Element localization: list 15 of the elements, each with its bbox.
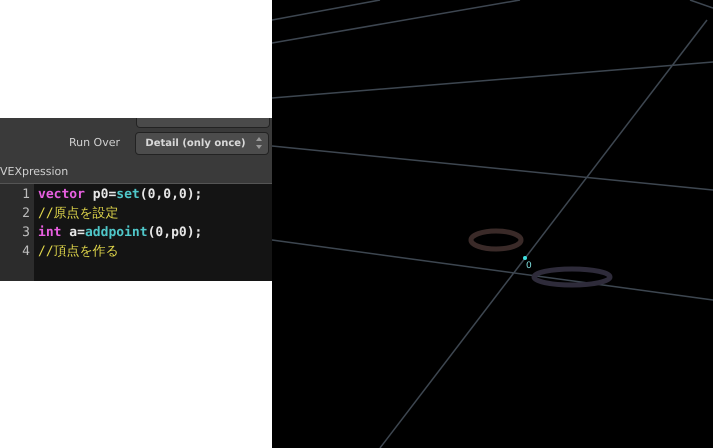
updown-arrows-icon bbox=[255, 136, 263, 150]
field-label: Run Over bbox=[68, 134, 120, 151]
line-number: 2 bbox=[22, 205, 30, 223]
line-number: 4 bbox=[22, 243, 30, 261]
code-line: //頂点を作る bbox=[38, 243, 120, 261]
line-number: 1 bbox=[22, 186, 30, 204]
section-label: VEXpression bbox=[0, 164, 70, 180]
dropdown[interactable] bbox=[136, 118, 270, 128]
line-number: 3 bbox=[22, 224, 30, 242]
code-line: int a=addpoint(0,p0); bbox=[38, 224, 202, 242]
code-editor[interactable]: 1 2 3 4 vector p0=set(0,0,0); //原点を設定 int a=addpoint(0,p0); //頂点を作る bbox=[0, 183, 272, 281]
point-number-label: 0 bbox=[526, 261, 532, 271]
code-line: vector p0=set(0,0,0); bbox=[38, 186, 202, 204]
dropdown[interactable]: Detail (only once) bbox=[135, 132, 269, 154]
code-line: //原点を設定 bbox=[38, 205, 120, 223]
